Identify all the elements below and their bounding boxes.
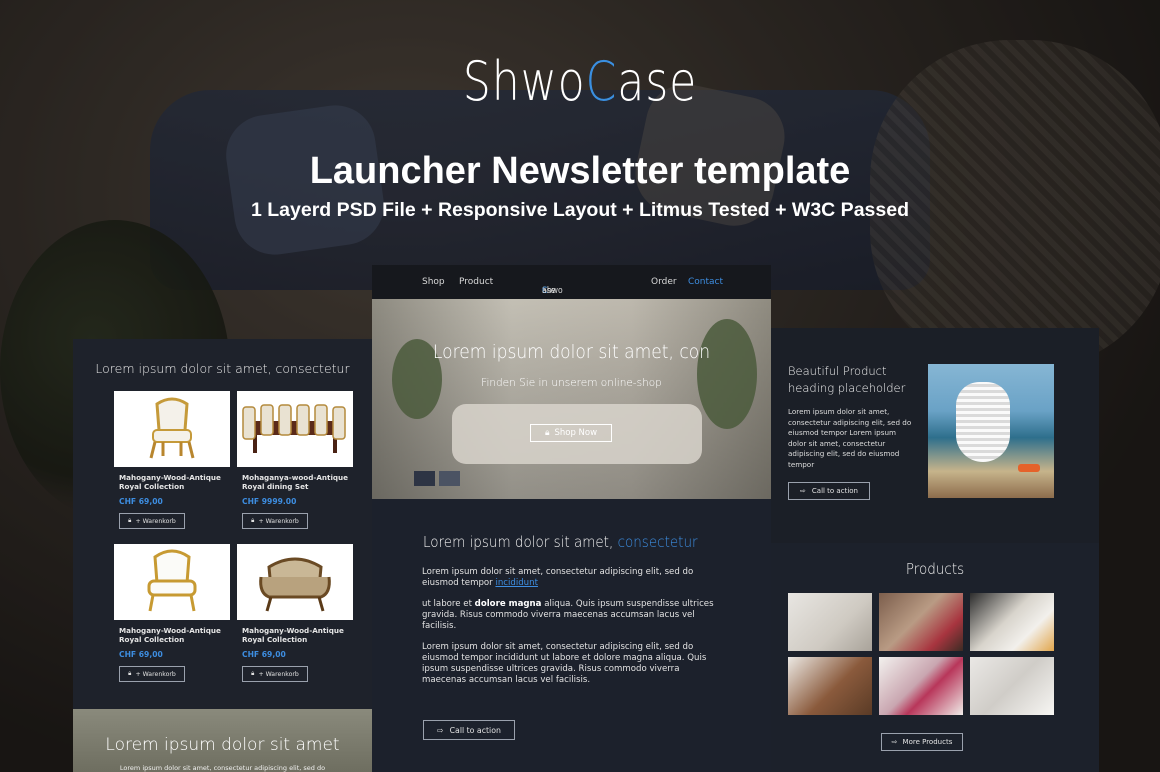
hero-banner: Lorem ipsum dolor sit amet, con Finden S… [372,299,771,499]
paragraph-1: Lorem ipsum dolor sit amet, consectetur … [422,567,694,588]
nav-order[interactable]: Order [651,277,677,287]
product-price: CHF 69,00 [242,650,286,659]
products-heading: Products [905,560,965,578]
product-card[interactable]: Mahogany-Wood-Antique Royal Collection C… [114,391,230,529]
product-card[interactable]: Mahogany-Wood-Antique Royal Collection C… [237,544,353,682]
product-thumbnail[interactable] [788,593,872,651]
arrow-right-icon: ⇨ [800,487,806,495]
more-products-button[interactable]: ⇨ More Products [881,733,963,751]
page-subtitle: 1 Layerd PSD File + Responsive Layout + … [251,199,909,221]
lock-icon: 🔒︎ [251,517,255,524]
section-heading: Lorem ipsum dolor sit amet, consectetur [423,533,698,551]
lock-icon: 🔒︎ [128,517,132,524]
brand-logo: ShwoCase [462,50,698,113]
product-price: CHF 69,00 [119,497,163,506]
right-newsletter-preview: Beautiful Product heading placeholder Lo… [771,328,1099,772]
product-thumbnail[interactable] [879,657,963,715]
banner-subtitle: Lorem ipsum dolor sit amet, consectetur … [119,764,326,772]
product-name: Mahogany-Wood-Antique Royal Collection [119,473,221,491]
product-name: Mohaganya-wood-Antique Royal dining Set [242,473,349,491]
feature-text: Lorem ipsum dolor sit amet, consectetur … [788,407,912,469]
product-card[interactable]: Mahogany-Wood-Antique Royal Collection C… [114,544,230,682]
paragraph-3: Lorem ipsum dolor sit amet, consectetur … [422,642,707,685]
banner-title: Lorem ipsum dolor sit amet [105,735,340,755]
paragraph-2: ut labore et dolore magna aliqua. Quis i… [422,599,714,631]
product-thumbnail[interactable] [879,593,963,651]
product-thumbnail[interactable] [970,593,1054,651]
call-to-action-button[interactable]: ⇨ Call to action [423,720,515,740]
product-thumbnail[interactable] [788,657,872,715]
lock-icon: 🔒︎ [128,670,132,677]
shop-now-button[interactable]: 🔒︎ Shop Now [530,424,612,442]
slider-dot[interactable] [439,471,460,486]
product-image [237,391,353,467]
feature-block: Beautiful Product heading placeholder Lo… [771,328,1099,543]
lock-icon: 🔒︎ [251,670,255,677]
product-card[interactable]: Mohaganya-wood-Antique Royal dining Set … [237,391,353,529]
add-to-cart-button[interactable]: 🔒︎ + Warenkorb [242,666,308,682]
inline-link[interactable]: incididunt [495,578,538,588]
nav-contact[interactable]: Contact [688,277,723,287]
product-thumbnail[interactable] [970,657,1054,715]
nav-shop[interactable]: Shop [422,277,445,287]
add-to-cart-button[interactable]: 🔒︎ + Warenkorb [119,513,185,529]
add-to-cart-button[interactable]: 🔒︎ + Warenkorb [119,666,185,682]
arrow-right-icon: ⇨ [437,725,444,735]
arrow-right-icon: ⇨ [891,738,898,746]
page-title: Launcher Newsletter template [309,150,851,192]
hero-subtitle: Finden Sie in unserem online-shop [481,377,662,389]
product-name: Mahogany-Wood-Antique Royal Collection [242,626,344,644]
left-bottom-banner: Lorem ipsum dolor sit amet Lorem ipsum d… [73,709,372,772]
product-image [237,544,353,620]
newsletter-nav: Shop Product Shwo Case Order Contact [372,265,771,299]
slider-dot[interactable] [414,471,435,486]
call-to-action-button[interactable]: ⇨ Call to action [788,482,870,500]
product-image [114,544,230,620]
hanging-chair-image [928,364,1054,498]
left-newsletter-preview: Lorem ipsum dolor sit amet, consectetur … [73,339,372,772]
feature-heading: Beautiful Product heading placeholder [788,364,906,395]
product-price: CHF 9999.00 [242,497,297,506]
lock-icon: 🔒︎ [544,428,550,438]
product-image [114,391,230,467]
add-to-cart-button[interactable]: 🔒︎ + Warenkorb [242,513,308,529]
product-name: Mahogany-Wood-Antique Royal Collection [119,626,221,644]
center-newsletter-preview: Shop Product Shwo Case Order Contact Lore… [372,265,771,772]
left-panel-title: Lorem ipsum dolor sit amet, consectetur [95,361,350,376]
hero-title: Lorem ipsum dolor sit amet, con [432,341,711,363]
slider-dots[interactable] [414,471,460,486]
product-price: CHF 69,00 [119,650,163,659]
nav-product[interactable]: Product [459,277,493,287]
